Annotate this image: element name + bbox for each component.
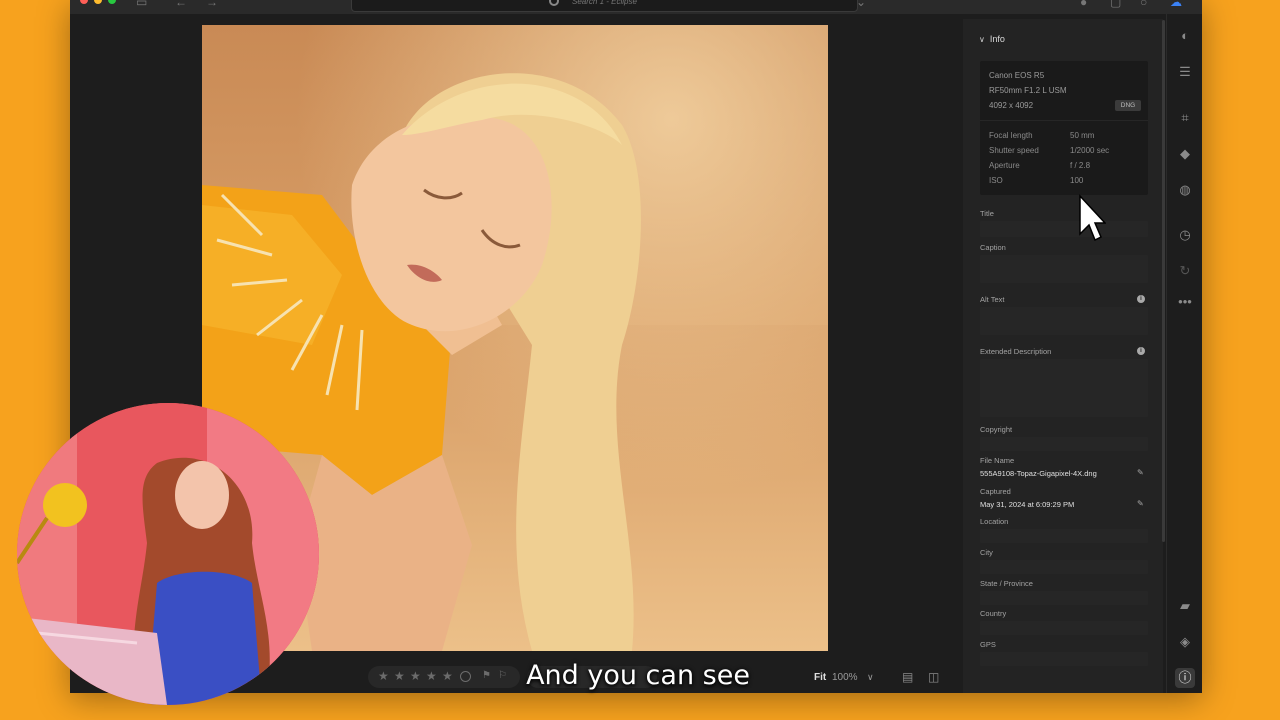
sidebar-toggle-icon[interactable]: ▭ <box>136 0 147 8</box>
exif-value: f / 2.8 <box>1070 161 1091 170</box>
video-subtitle: And you can see <box>526 660 750 691</box>
exif-value: 50 mm <box>1070 131 1095 140</box>
file-name-label: File Name <box>980 456 1015 465</box>
info-header-label: Info <box>989 34 1005 44</box>
exif-value: 1/2000 sec <box>1070 146 1110 155</box>
masking-icon[interactable]: ◍ <box>1175 180 1195 200</box>
title-field[interactable] <box>980 221 1148 237</box>
alt-text-field[interactable] <box>980 307 1148 335</box>
edit-file-name-pencil-icon[interactable]: ✎ <box>1137 468 1144 477</box>
city-label: City <box>980 548 993 557</box>
copyright-field[interactable] <box>980 437 1148 451</box>
exif-value: 100 <box>1070 176 1084 185</box>
location-label: Location <box>980 517 1009 526</box>
state-label: State / Province <box>980 579 1033 588</box>
history-icon[interactable]: ◷ <box>1175 225 1195 245</box>
country-label: Country <box>980 609 1007 618</box>
exif-label: ISO <box>989 176 1003 185</box>
zoom-window-button[interactable] <box>108 0 116 4</box>
chevron-down-icon: ∨ <box>979 35 985 44</box>
info-panel-scrollbar[interactable] <box>1162 20 1165 542</box>
exif-label: Aperture <box>989 161 1020 170</box>
filter-icon[interactable]: ⌄ <box>856 0 866 8</box>
extended-description-field[interactable] <box>980 359 1148 417</box>
edit-capture-date-pencil-icon[interactable]: ✎ <box>1137 499 1144 508</box>
minimize-window-button[interactable] <box>94 0 102 4</box>
exif-label: Focal length <box>989 131 1033 140</box>
tool-rail: ◐ ☰ ⌗ ◆ ◍ ◷ ↻ ••• ▰ ◈ ⓘ <box>1166 14 1202 693</box>
caption-label: Caption <box>980 243 1006 252</box>
share-icon[interactable]: ▢ <box>1110 0 1121 8</box>
more-icon[interactable]: ••• <box>1175 292 1195 312</box>
search-bar[interactable] <box>351 0 858 12</box>
search-icon <box>549 0 559 6</box>
sync-icon[interactable]: ↻ <box>1175 261 1195 281</box>
exif-label: Shutter speed <box>989 146 1039 155</box>
caption-field[interactable] <box>980 255 1148 283</box>
copyright-label: Copyright <box>980 425 1013 434</box>
sliders-icon[interactable]: ☰ <box>1175 62 1195 82</box>
mouse-cursor-icon <box>1079 194 1106 242</box>
camera-model: Canon EOS R5 <box>989 71 1045 80</box>
file-name-value: 555A9108-Topaz-Gigapixel-4X.dng <box>980 469 1097 478</box>
back-arrow-icon[interactable]: ← <box>175 0 187 8</box>
location-field[interactable] <box>980 529 1148 543</box>
help-icon[interactable]: ○ <box>1140 0 1147 8</box>
captured-value: May 31, 2024 at 6:09:29 PM <box>980 500 1075 509</box>
alt-text-label: Alt Text <box>980 295 1005 304</box>
info-section-header[interactable]: ∨ Info <box>979 34 1005 44</box>
edit-icon[interactable]: ◐ <box>1175 26 1195 46</box>
eraser-icon[interactable]: ◆ <box>1175 144 1195 164</box>
comment-icon[interactable]: ▰ <box>1175 596 1195 616</box>
search-input[interactable] <box>572 0 772 7</box>
image-dimensions: 4092 x 4092 <box>989 101 1034 110</box>
cloud-sync-icon[interactable]: ☁ <box>1170 0 1182 8</box>
title-bar: ▭ ← → ⌄ ● ▢ ○ ☁ <box>70 0 1202 14</box>
country-field[interactable] <box>980 621 1148 635</box>
alt-text-info-icon[interactable]: i <box>1137 295 1145 303</box>
crop-icon[interactable]: ⌗ <box>1175 108 1195 128</box>
title-label: Title <box>980 209 994 218</box>
close-window-button[interactable] <box>80 0 88 4</box>
divider <box>980 120 1148 121</box>
state-field[interactable] <box>980 591 1148 605</box>
notification-bell-icon[interactable]: ● <box>1080 0 1087 8</box>
camera-metadata-card: Canon EOS R5 RF50mm F1.2 L USM 4092 x 40… <box>980 61 1148 195</box>
captured-label: Captured <box>980 487 1011 496</box>
info-panel: ∨ Info Canon EOS R5 RF50mm F1.2 L USM 409… <box>963 19 1163 693</box>
gps-label: GPS <box>980 640 996 649</box>
tag-icon[interactable]: ◈ <box>1175 632 1195 652</box>
extended-description-label: Extended Description <box>980 347 1052 356</box>
forward-arrow-icon[interactable]: → <box>206 0 218 8</box>
city-field[interactable] <box>980 560 1148 574</box>
lens-model: RF50mm F1.2 L USM <box>989 86 1067 95</box>
file-format-badge: DNG <box>1115 100 1141 111</box>
extended-description-info-icon[interactable]: i <box>1137 347 1145 355</box>
